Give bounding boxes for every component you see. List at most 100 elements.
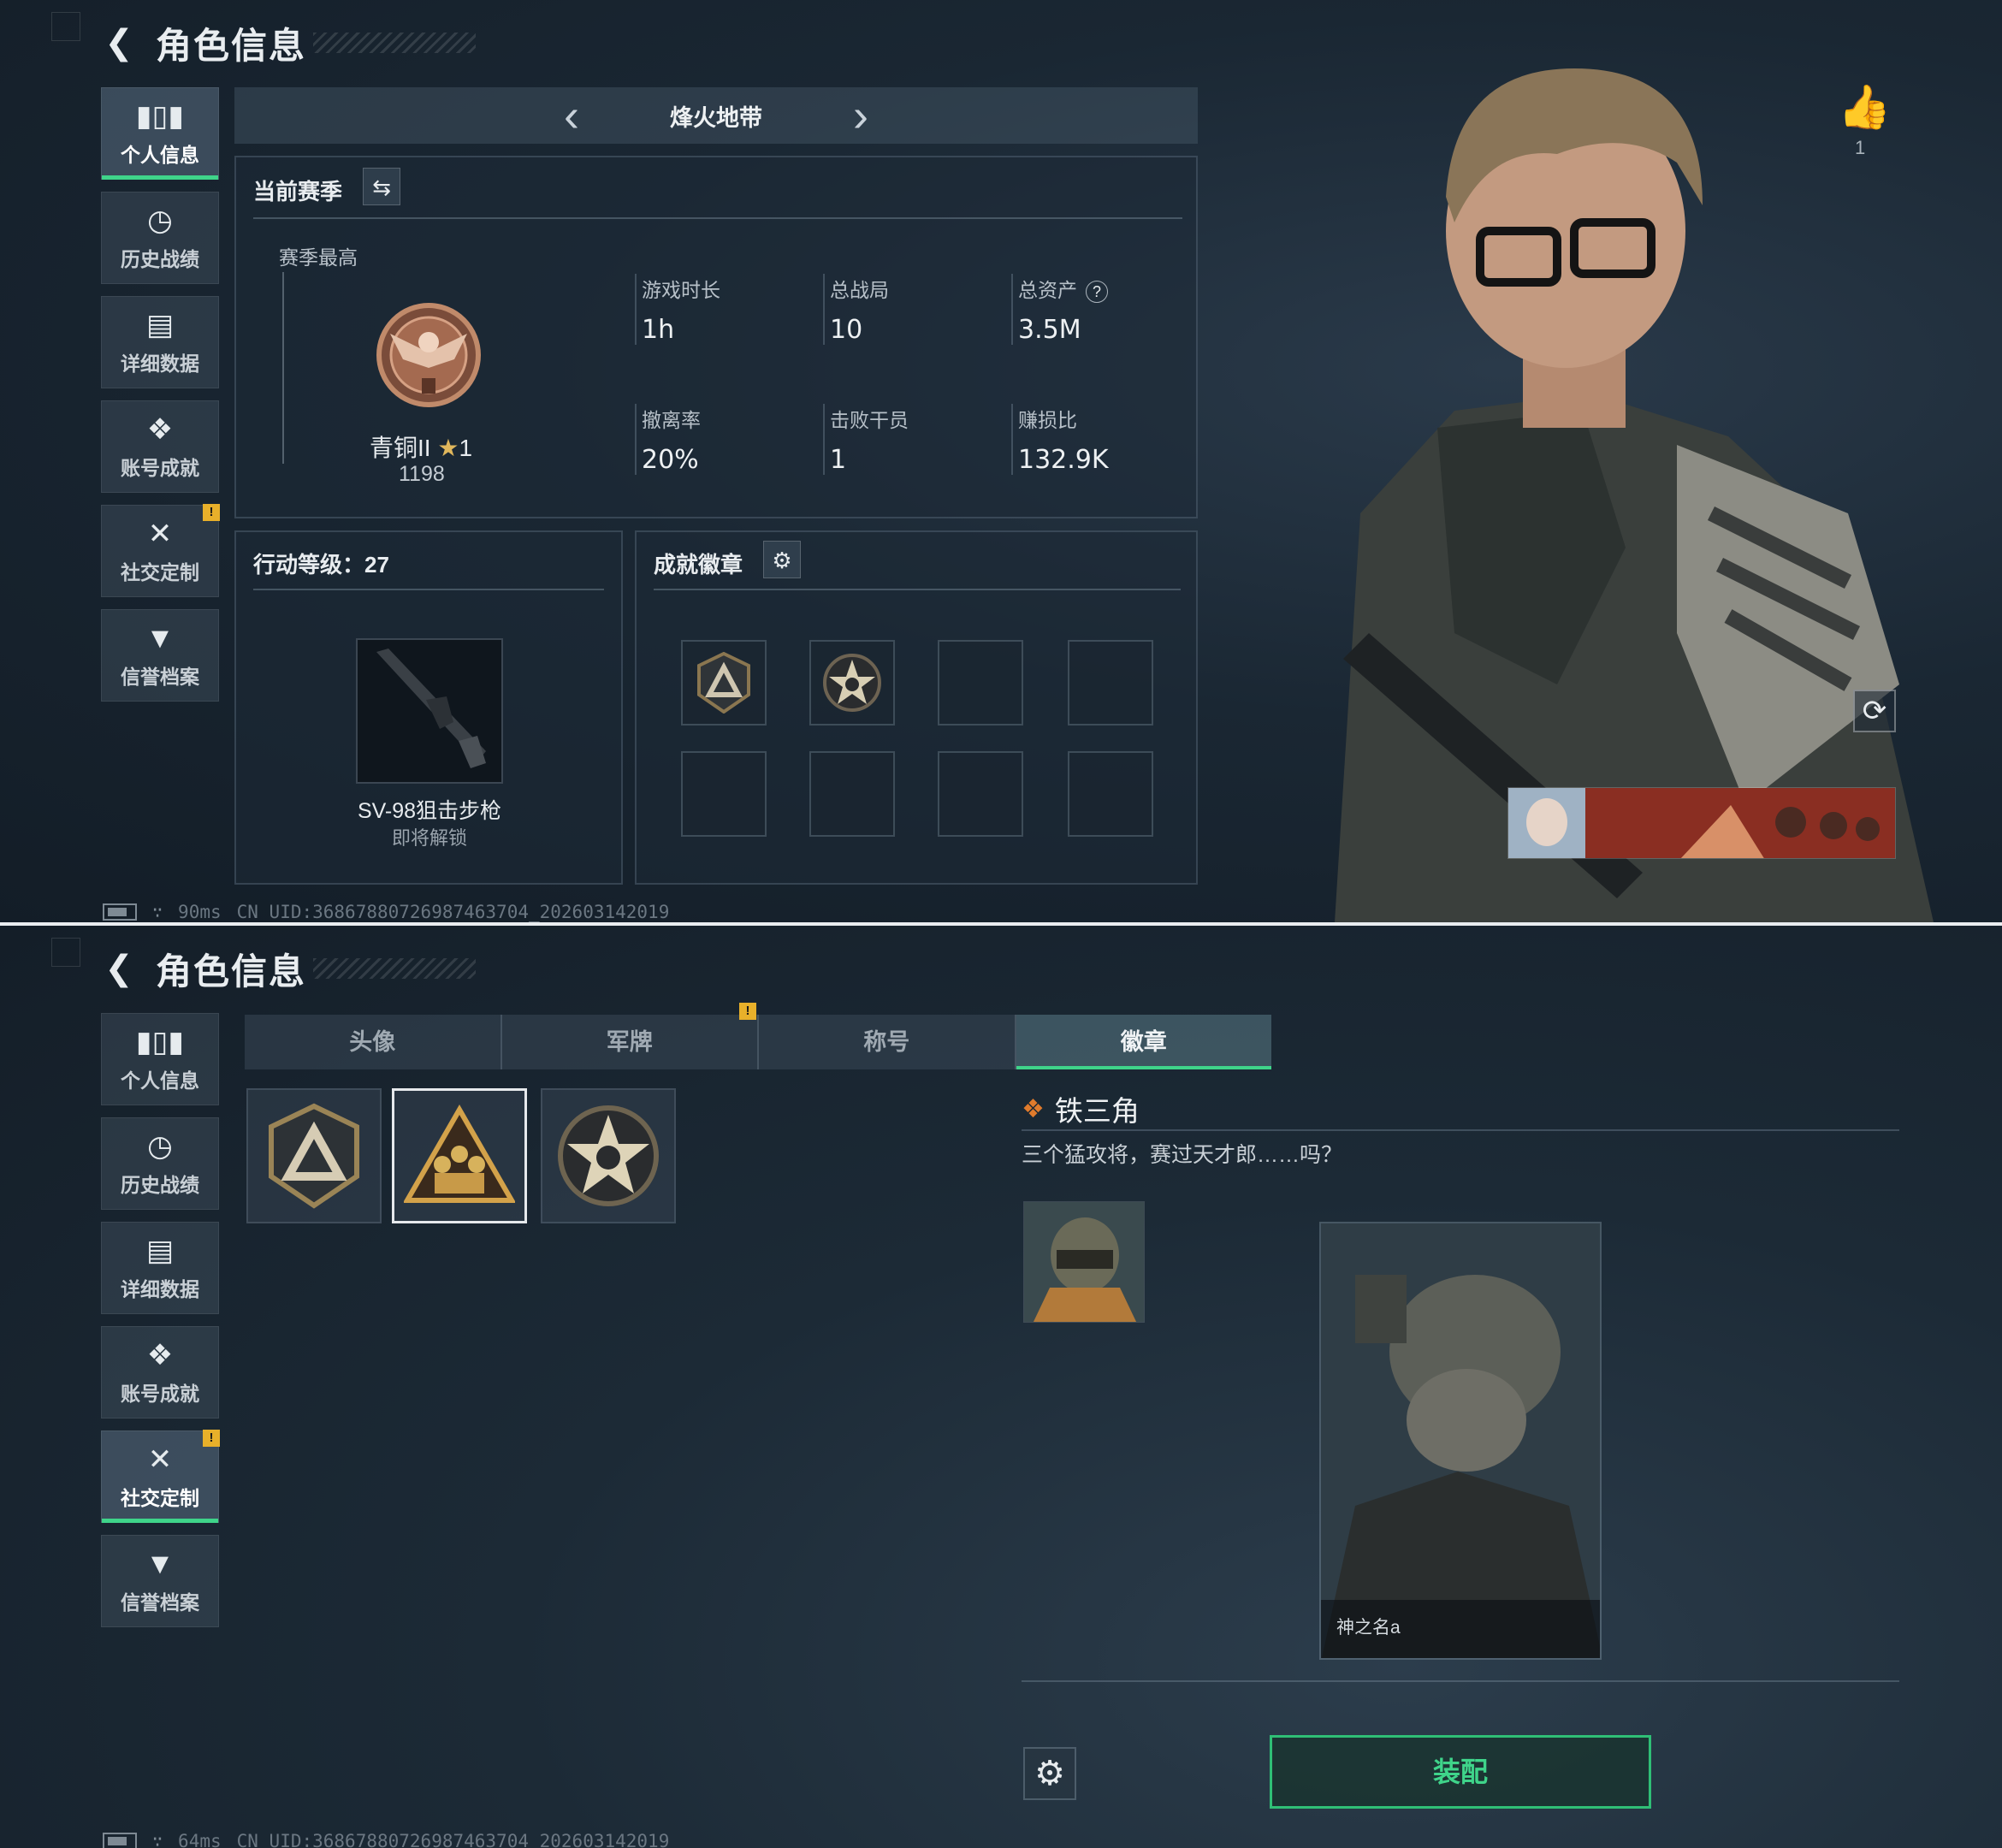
sidebar-item-label: 个人信息 bbox=[121, 144, 199, 166]
header: ❮ 角色信息 bbox=[101, 19, 477, 67]
emblem-name: 铁三角 bbox=[1054, 1095, 1140, 1127]
sidebar-item-match-history[interactable]: ◷ 历史战绩 bbox=[101, 1117, 219, 1210]
chevron-left-icon[interactable]: ‹ bbox=[478, 87, 665, 144]
sidebar-item-personal-info[interactable]: ▮▯▮ 个人信息 bbox=[101, 1013, 219, 1105]
stat-label-text: 总资产 bbox=[1018, 279, 1077, 301]
sidebar: ▮▯▮ 个人信息 ◷ 历史战绩 ▤ 详细数据 ❖ 账号成就 ! ✕ 社交定制 ▼… bbox=[101, 1013, 220, 1639]
emblem-option[interactable] bbox=[541, 1088, 676, 1223]
season-best-label: 赛季最高 bbox=[279, 246, 358, 269]
badge-slot-empty[interactable] bbox=[1068, 640, 1153, 726]
divider bbox=[1022, 1129, 1899, 1131]
emblem-option-selected[interactable] bbox=[392, 1088, 527, 1223]
thumbs-up-icon[interactable]: 👍 bbox=[1838, 82, 1891, 133]
clock-icon: ◷ bbox=[147, 204, 173, 237]
equip-button[interactable]: 装配 bbox=[1270, 1735, 1651, 1809]
customization-tabs: 头像 军牌 称号 徽章 bbox=[245, 1015, 1271, 1069]
folder-icon: ▤ bbox=[145, 309, 175, 341]
sidebar-item-detailed-data[interactable]: ▤ 详细数据 bbox=[101, 1222, 219, 1314]
sidebar-item-achievements[interactable]: ❖ 账号成就 bbox=[101, 1326, 219, 1419]
stat-profit-ratio: 赚损比 132.9K bbox=[1011, 404, 1191, 475]
badge-slot-empty[interactable] bbox=[938, 640, 1023, 726]
tools-icon: ✕ bbox=[147, 518, 173, 550]
badges-title: 成就徽章 bbox=[654, 552, 743, 578]
help-icon[interactable]: ? bbox=[1086, 281, 1108, 303]
ping-value: 64ms bbox=[178, 1831, 222, 1848]
folder-icon: ▤ bbox=[145, 1235, 175, 1267]
emblem-detail-title: ❖ 铁三角 bbox=[1022, 1088, 1140, 1129]
sidebar-item-reputation[interactable]: ▼ 信誉档案 bbox=[101, 609, 219, 702]
stat-label: 总战局 bbox=[830, 279, 889, 301]
badge-slot[interactable] bbox=[809, 640, 895, 726]
sidebar-item-label: 账号成就 bbox=[121, 457, 199, 479]
sidebar-item-label: 社交定制 bbox=[121, 561, 199, 583]
profile-banner[interactable] bbox=[1507, 787, 1896, 859]
weapon-card[interactable] bbox=[356, 638, 503, 784]
weapon-unlock-status: 即将解锁 bbox=[391, 827, 467, 849]
status-footer: ∵ 90ms CN UID:3686788072698746370​4_2026… bbox=[103, 902, 669, 922]
divider bbox=[253, 589, 604, 590]
gear-icon[interactable]: ⚙ bbox=[1023, 1747, 1076, 1800]
star-icon: ★ bbox=[437, 435, 459, 461]
stat-label: 赚损比 bbox=[1018, 409, 1077, 431]
tab-avatar[interactable]: 头像 bbox=[245, 1015, 502, 1069]
stat-play-time: 游戏时长 1h bbox=[635, 274, 814, 345]
stat-label: 击败干员 bbox=[830, 409, 909, 431]
emblem-option[interactable] bbox=[246, 1088, 382, 1223]
page-title: 角色信息 bbox=[156, 25, 307, 66]
sidebar-item-match-history[interactable]: ◷ 历史战绩 bbox=[101, 192, 219, 284]
sidebar-item-detailed-data[interactable]: ▤ 详细数据 bbox=[101, 296, 219, 388]
rotate-icon[interactable]: ⟳ bbox=[1853, 690, 1896, 732]
tab-title[interactable]: 称号 bbox=[759, 1015, 1016, 1069]
rank-emblem-icon bbox=[376, 303, 481, 407]
badge-slot-empty[interactable] bbox=[938, 751, 1023, 837]
swap-icon[interactable]: ⇆ bbox=[363, 168, 400, 205]
gear-icon[interactable]: ⚙ bbox=[763, 541, 801, 578]
sidebar-item-personal-info[interactable]: ▮▯▮ 个人信息 bbox=[101, 87, 219, 180]
operator-thumbnail[interactable] bbox=[1023, 1201, 1145, 1323]
operator-full-image bbox=[1321, 1223, 1600, 1658]
banner-image bbox=[1508, 788, 1895, 858]
badge-slot[interactable] bbox=[681, 640, 767, 726]
back-arrow-icon[interactable]: ❮ bbox=[101, 950, 137, 987]
mode-selector: ‹ 烽火地带 › bbox=[234, 87, 1198, 144]
sidebar-item-achievements[interactable]: ❖ 账号成就 bbox=[101, 400, 219, 493]
corner-decoration bbox=[51, 12, 80, 41]
rank-score: 1198 bbox=[399, 462, 445, 486]
sidebar-item-label: 信誉档案 bbox=[121, 1591, 199, 1614]
badge-slot-empty[interactable] bbox=[1068, 751, 1153, 837]
corner-decoration bbox=[51, 938, 80, 967]
sidebar-item-label: 账号成就 bbox=[121, 1383, 199, 1405]
achievement-icon: ❖ bbox=[146, 1339, 174, 1371]
sidebar-item-label: 信誉档案 bbox=[121, 666, 199, 688]
title-decoration bbox=[313, 958, 477, 979]
mode-name: 烽火地带 bbox=[670, 104, 762, 131]
warning-badge: ! bbox=[739, 1003, 756, 1020]
header: ❮ 角色信息 bbox=[101, 945, 477, 992]
wifi-icon: ∵ bbox=[152, 902, 163, 922]
sidebar-item-reputation[interactable]: ▼ 信誉档案 bbox=[101, 1535, 219, 1627]
back-arrow-icon[interactable]: ❮ bbox=[101, 24, 137, 62]
chevron-right-icon[interactable]: › bbox=[767, 87, 954, 144]
page-title: 角色信息 bbox=[156, 951, 307, 992]
tab-dog-tag[interactable]: 军牌 bbox=[502, 1015, 759, 1069]
achievement-icon: ❖ bbox=[146, 413, 174, 446]
triangle-emblem-icon bbox=[269, 1103, 359, 1209]
badge-slot-empty[interactable] bbox=[809, 751, 895, 837]
sidebar-item-social-custom[interactable]: ! ✕ 社交定制 bbox=[101, 504, 220, 597]
stat-value: 1h bbox=[642, 315, 675, 345]
personal-info-screen: ❮ 角色信息 ▮▯▮ 个人信息 ◷ 历史战绩 ▤ 详细数据 ❖ 账号成就 ! ✕… bbox=[0, 0, 2002, 922]
tab-emblem[interactable]: 徽章 bbox=[1016, 1015, 1271, 1069]
sidebar-item-social-custom[interactable]: ! ✕ 社交定制 bbox=[101, 1430, 220, 1523]
operator-caption: 神之名a bbox=[1336, 1618, 1401, 1638]
triangle-badge-icon bbox=[697, 652, 750, 714]
divider bbox=[654, 589, 1181, 590]
ping-value: 90ms bbox=[178, 902, 222, 922]
tools-icon: ✕ bbox=[147, 1443, 173, 1476]
title-decoration bbox=[313, 33, 477, 53]
divider bbox=[1022, 1680, 1899, 1682]
stat-total-matches: 总战局 10 bbox=[823, 274, 1003, 345]
operator-card[interactable]: 神之名a bbox=[1319, 1222, 1602, 1660]
stat-value: 132.9K bbox=[1018, 445, 1109, 475]
warning-badge: ! bbox=[203, 1430, 220, 1447]
badge-slot-empty[interactable] bbox=[681, 751, 767, 837]
